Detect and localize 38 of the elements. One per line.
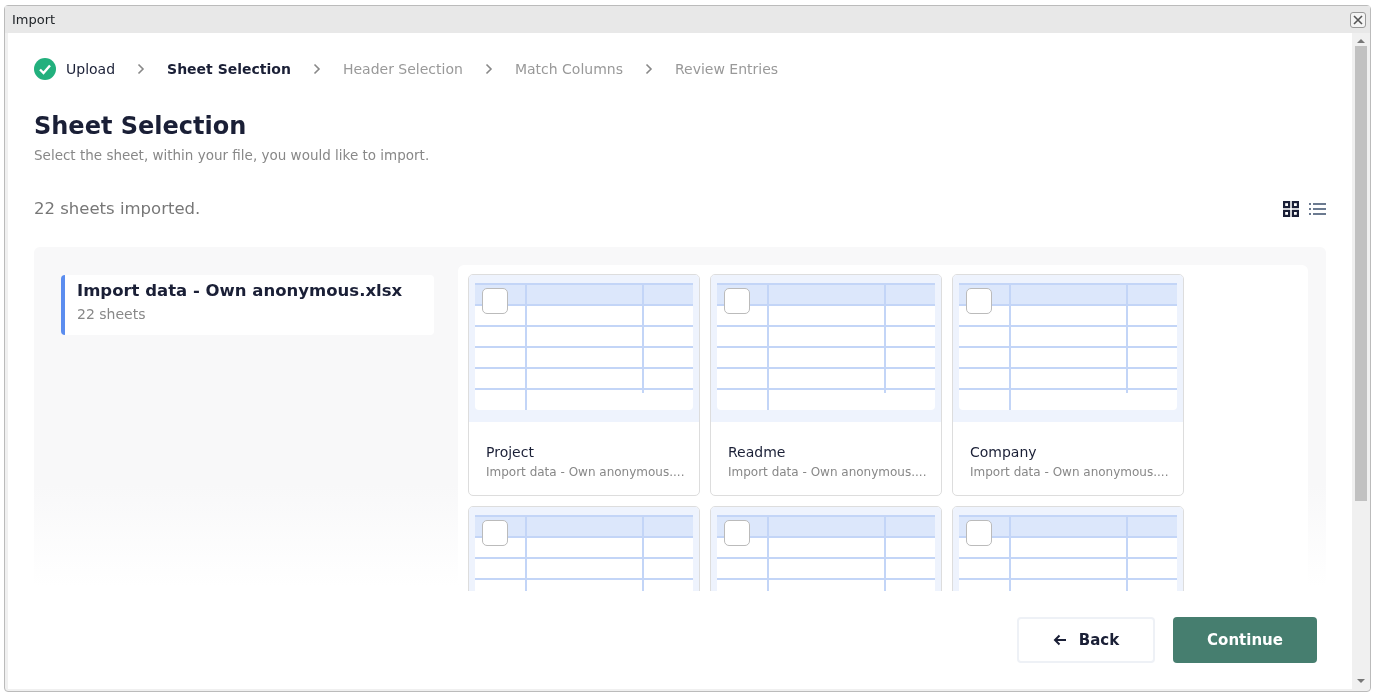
sheet-file-name: Import data - Own anonymous.... [969, 463, 1170, 481]
checkbox[interactable] [724, 287, 750, 314]
scroll-up-icon[interactable] [1357, 38, 1365, 44]
list-view-icon[interactable] [1309, 202, 1326, 217]
window-title: Import [12, 10, 56, 29]
scroll-down-icon[interactable] [1357, 678, 1365, 684]
sheet-count: 22 sheets [77, 304, 147, 324]
continue-button[interactable]: Continue [1173, 617, 1317, 663]
sheet-file-name: Import data - Own anonymous.... [485, 463, 686, 481]
sheets-count: 22 sheets imported. [34, 198, 201, 221]
close-icon [1353, 14, 1363, 25]
sheet-card[interactable]: Company Import data - Own anonymous.... [952, 273, 1184, 496]
checkbox[interactable] [482, 519, 508, 546]
checkbox[interactable] [724, 519, 750, 546]
chevron-icon [644, 63, 653, 75]
back-button[interactable]: Back [1017, 617, 1155, 663]
checkbox[interactable] [966, 287, 992, 314]
chevron-icon [312, 63, 321, 75]
checkbox[interactable] [966, 519, 992, 546]
close-button[interactable] [1350, 11, 1366, 28]
checkbox[interactable] [482, 287, 508, 314]
page-heading: Sheet Selection [34, 112, 248, 141]
arrow-left-icon [1052, 634, 1067, 646]
sheet-name: Readme [727, 442, 787, 462]
page-subtitle: Select the sheet, within your file, you would like to import. [34, 145, 431, 165]
grid-view-icon[interactable] [1283, 201, 1299, 218]
step-label[interactable]: Upload [66, 58, 116, 80]
chevron-icon [137, 63, 146, 75]
sheet-card[interactable]: Readme Import data - Own anonymous.... [710, 273, 942, 496]
file-item[interactable]: Import data - Own anonymous.xlsx 22 sheets [61, 274, 434, 335]
file-name: Import data - Own anonymous.xlsx [77, 279, 404, 302]
chevron-icon [484, 63, 493, 75]
check-circle-icon [34, 58, 56, 80]
step-label[interactable]: Sheet Selection [167, 58, 291, 80]
sheet-name: Company [969, 442, 1038, 462]
sheet-card[interactable]: Project Import data - Own anonymous.... [468, 273, 700, 496]
sheet-name: Project [485, 442, 535, 462]
sheet-file-name: Import data - Own anonymous.... [727, 463, 928, 481]
